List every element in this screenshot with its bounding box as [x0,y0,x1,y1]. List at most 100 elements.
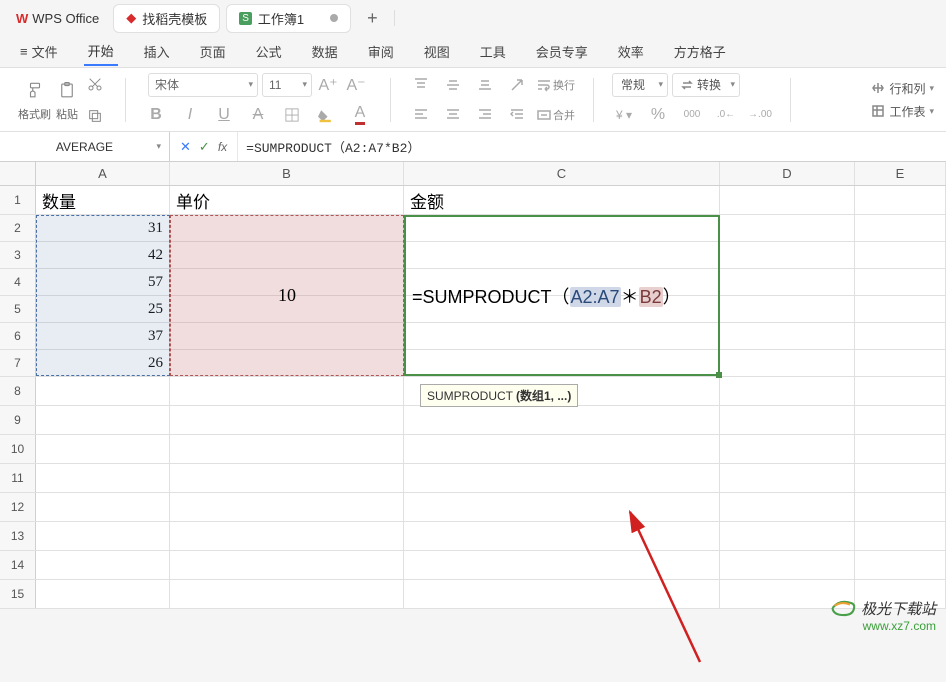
currency-icon[interactable]: ¥ ▾ [612,103,636,127]
menu-tools[interactable]: 工具 [476,38,510,65]
name-box[interactable]: AVERAGE [0,132,170,161]
select-all-corner[interactable] [0,162,36,185]
copy-icon[interactable] [83,104,107,128]
bold-icon[interactable]: B [144,103,168,127]
col-header-c[interactable]: C [404,162,720,185]
cell-a7[interactable]: 26 [36,350,170,376]
cell-a5[interactable]: 25 [36,296,170,322]
format-brush-icon[interactable] [23,78,47,102]
tab-template[interactable]: ◆ 找稻壳模板 [113,4,220,33]
indent-decrease-icon[interactable] [505,103,529,127]
align-right-icon[interactable] [473,103,497,127]
row-header-1[interactable]: 1 [0,186,36,214]
align-top-icon[interactable] [409,73,433,97]
row-5: 5 25 [0,296,946,323]
fx-icon[interactable]: fx [218,140,227,154]
menu-fangfang[interactable]: 方方格子 [670,38,730,65]
comma-icon[interactable]: 000 [680,103,704,127]
row-header-6[interactable]: 6 [0,323,36,349]
cell-a3[interactable]: 42 [36,242,170,268]
row-11: 11 [0,464,946,493]
column-headers: A B C D E [0,162,946,186]
fill-color-icon[interactable] [314,103,338,127]
menu-review[interactable]: 审阅 [364,38,398,65]
accept-formula-icon[interactable]: ✓ [199,139,210,155]
number-format-select[interactable]: 常规 [612,73,668,97]
row-header-4[interactable]: 4 [0,269,36,295]
font-size-select[interactable]: 11 [262,73,312,97]
strike-icon[interactable]: A [246,103,270,127]
border-icon[interactable] [280,103,304,127]
cut-icon[interactable] [83,72,107,96]
cell-a2[interactable]: 31 [36,215,170,241]
sheet-icon: S [239,12,252,25]
modified-indicator-icon [330,14,338,22]
app-name: WPS Office [32,11,99,26]
convert-button[interactable]: 转换 [672,73,740,97]
cell-b2[interactable] [170,215,404,241]
watermark-name: 极光下载站 [861,598,936,619]
formula-input[interactable]: =SUMPRODUCT（A2:A7*B2） [238,132,946,161]
col-header-e[interactable]: E [855,162,946,185]
row-header-7[interactable]: 7 [0,350,36,376]
cell-b-merged[interactable] [170,269,404,295]
col-header-a[interactable]: A [36,162,170,185]
spreadsheet[interactable]: A B C D E 1 数量 单价 金额 2 31 3 42 4 57 5 25 [0,162,946,609]
menu-view[interactable]: 视图 [420,38,454,65]
decrease-font-icon[interactable]: A⁻ [344,73,368,97]
decrease-decimal-icon[interactable]: .0← [714,103,738,127]
template-icon: ◆ [126,10,136,26]
percent-icon[interactable]: % [646,103,670,127]
watermark-url: www.xz7.com [829,619,936,633]
function-tooltip: SUMPRODUCT (数组1, ...) [420,384,578,407]
menu-insert[interactable]: 插入 [140,38,174,65]
align-bottom-icon[interactable] [473,73,497,97]
row-header-5[interactable]: 5 [0,296,36,322]
row-9: 9 [0,406,946,435]
font-color-icon[interactable]: A [348,103,372,127]
orientation-icon[interactable] [505,73,529,97]
cell-a6[interactable]: 37 [36,323,170,349]
wps-icon: W [16,11,28,26]
tab-workbook-label: 工作簿1 [258,9,304,28]
watermark-logo-icon [829,597,857,619]
font-family-select[interactable]: 宋体 [148,73,258,97]
cancel-formula-icon[interactable]: ✕ [180,139,191,155]
hamburger-icon: ≡ [20,44,28,59]
cell-a1[interactable]: 数量 [36,186,170,214]
row-header-3[interactable]: 3 [0,242,36,268]
row-15: 15 [0,580,946,609]
align-middle-icon[interactable] [441,73,465,97]
menu-member[interactable]: 会员专享 [532,38,592,65]
align-left-icon[interactable] [409,103,433,127]
tab-workbook[interactable]: S 工作簿1 [226,4,351,33]
underline-icon[interactable]: U [212,103,236,127]
menu-formula[interactable]: 公式 [252,38,286,65]
align-center-icon[interactable] [441,103,465,127]
wrap-text-button[interactable]: 换行 [537,73,575,97]
worksheet-button[interactable]: 工作表 ▾ [871,103,934,120]
col-header-d[interactable]: D [720,162,855,185]
cell-c2[interactable] [404,215,720,241]
row-header-2[interactable]: 2 [0,215,36,241]
col-header-b[interactable]: B [170,162,404,185]
cell-b1[interactable]: 单价 [170,186,404,214]
italic-icon[interactable]: I [178,103,202,127]
paste-icon[interactable] [55,78,79,102]
row-7: 7 26 [0,350,946,377]
menu-file[interactable]: ≡ 文件 [16,38,62,65]
menu-start[interactable]: 开始 [84,37,118,66]
merge-button[interactable]: 合并 [537,103,575,127]
cell-d1[interactable] [720,186,855,214]
row-4: 4 57 [0,269,946,296]
increase-font-icon[interactable]: A⁺ [316,73,340,97]
cell-c1[interactable]: 金额 [404,186,720,214]
menu-data[interactable]: 数据 [308,38,342,65]
menu-efficiency[interactable]: 效率 [614,38,648,65]
increase-decimal-icon[interactable]: →.00 [748,103,772,127]
menu-page[interactable]: 页面 [196,38,230,65]
cell-e1[interactable] [855,186,946,214]
cell-a4[interactable]: 57 [36,269,170,295]
rows-cols-button[interactable]: 行和列 ▾ [871,80,934,97]
new-tab-button[interactable]: + [357,8,388,29]
